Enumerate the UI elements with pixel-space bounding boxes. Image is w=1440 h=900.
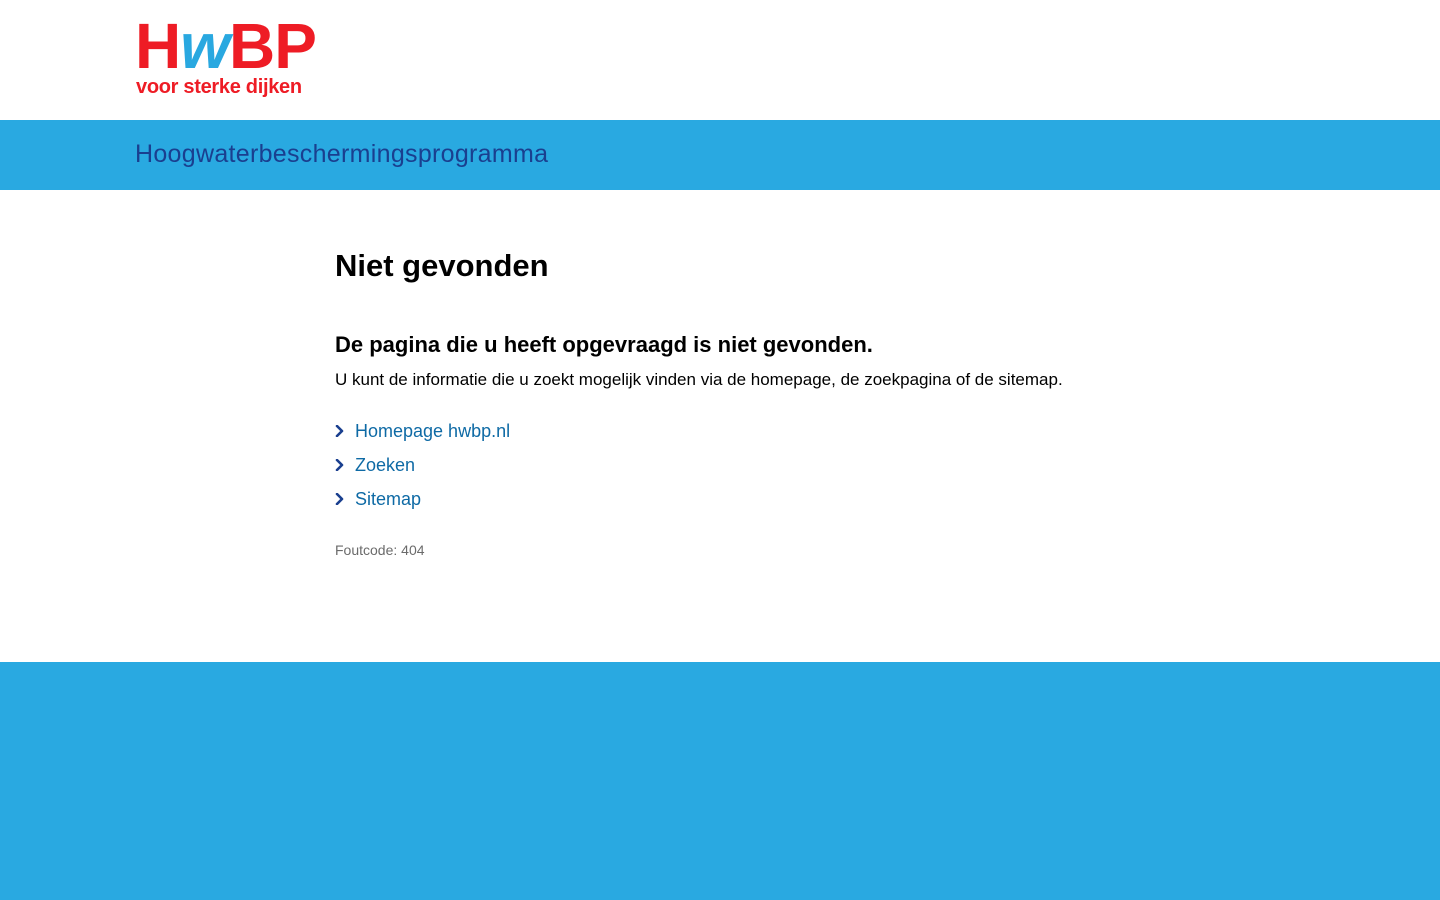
homepage-link[interactable]: Homepage hwbp.nl bbox=[355, 419, 510, 443]
error-subheading: De pagina die u heeft opgevraagd is niet… bbox=[335, 332, 873, 357]
chevron-right-icon bbox=[335, 419, 355, 443]
program-title[interactable]: Hoogwaterbeschermingsprogramma bbox=[135, 138, 548, 170]
logo-tagline: voor sterke dijken bbox=[136, 76, 302, 98]
chevron-right-icon bbox=[335, 487, 355, 511]
chevron-right-icon bbox=[335, 453, 355, 477]
logo-wordmark: HwBP bbox=[135, 10, 317, 82]
site-footer bbox=[0, 662, 1440, 900]
error-code: Foutcode: 404 bbox=[335, 542, 425, 558]
main-content: Niet gevonden De pagina die u heeft opge… bbox=[0, 190, 1440, 662]
list-item: Zoeken bbox=[335, 446, 510, 484]
page-title: Niet gevonden bbox=[335, 248, 549, 283]
sitemap-link[interactable]: Sitemap bbox=[355, 487, 421, 511]
program-bar: Hoogwaterbeschermingsprogramma bbox=[0, 120, 1440, 190]
list-item: Sitemap bbox=[335, 480, 510, 518]
error-intro-text: U kunt de informatie die u zoekt mogelij… bbox=[335, 370, 1063, 389]
search-link[interactable]: Zoeken bbox=[355, 453, 415, 477]
site-header: HwBP voor sterke dijken bbox=[0, 0, 1440, 120]
suggestion-links: Homepage hwbp.nl Zoeken Sitemap bbox=[335, 416, 510, 518]
hwbp-logo[interactable]: HwBP voor sterke dijken bbox=[135, 10, 335, 100]
list-item: Homepage hwbp.nl bbox=[335, 412, 510, 450]
